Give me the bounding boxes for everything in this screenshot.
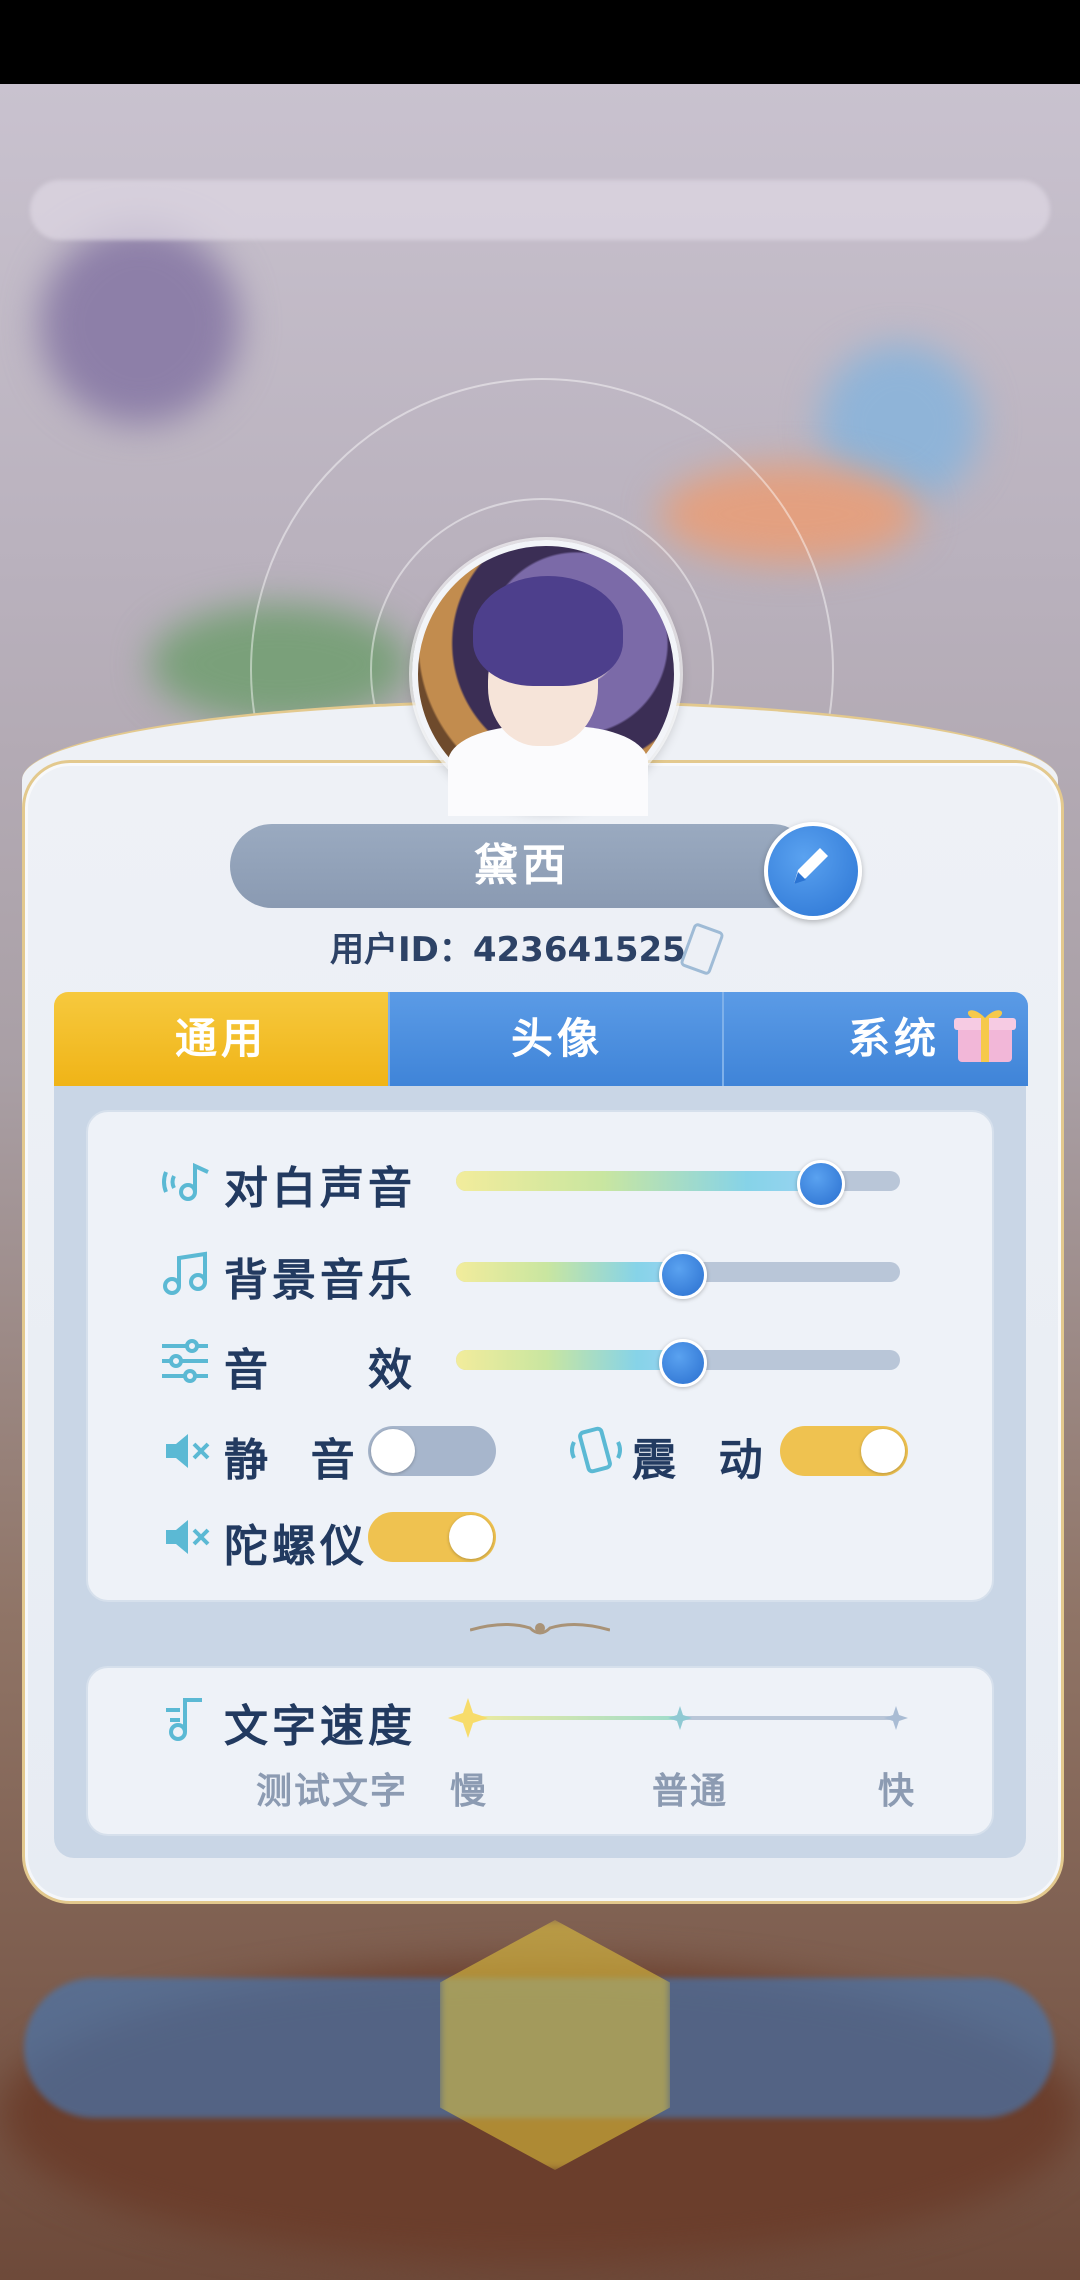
- dialogue-volume-fill: [456, 1171, 821, 1191]
- dialogue-volume-handle[interactable]: [797, 1160, 846, 1208]
- speed-fast-marker[interactable]: [882, 1704, 910, 1732]
- speaker-mute-icon: [166, 1434, 210, 1468]
- dialogue-voice-icon: [162, 1162, 209, 1201]
- tab-avatar-label: 头像: [510, 1014, 603, 1063]
- sfx-volume-fill: [456, 1350, 683, 1370]
- gyroscope-toggle[interactable]: [368, 1512, 496, 1562]
- tab-general-label: 通用: [174, 1014, 267, 1063]
- music-note-icon: [163, 1251, 207, 1295]
- speed-normal-marker[interactable]: [666, 1704, 694, 1732]
- gyroscope-icon: [166, 1520, 210, 1554]
- text-speed-card: [86, 1666, 994, 1836]
- top-resource-bar: [30, 180, 1050, 240]
- vibration-icon: [570, 1426, 622, 1474]
- text-speed-label: 文字速度: [224, 1701, 416, 1752]
- speed-option-slow[interactable]: 慢: [450, 1762, 488, 1814]
- mute-toggle[interactable]: [368, 1426, 496, 1476]
- tab-general[interactable]: 通用: [54, 992, 388, 1086]
- pencil-icon: [794, 848, 828, 884]
- profile-avatar[interactable]: [412, 540, 680, 816]
- tab-system-label: 系统: [847, 1014, 940, 1063]
- gift-icon: [954, 1010, 1016, 1062]
- speed-option-normal[interactable]: 普通: [652, 1762, 728, 1814]
- bgm-volume-fill: [456, 1262, 683, 1282]
- vibration-label: 震 动: [632, 1435, 767, 1486]
- dialogue-volume-label: 对白声音: [224, 1163, 416, 1214]
- speed-slow-marker[interactable]: [446, 1696, 490, 1740]
- player-name: 黛西: [474, 840, 570, 891]
- text-speed-sample: 测试文字: [256, 1771, 409, 1812]
- speed-option-fast[interactable]: 快: [878, 1762, 916, 1814]
- bgm-volume-label: 背景音乐: [224, 1255, 416, 1306]
- gyroscope-label: 陀螺仪: [224, 1521, 368, 1572]
- tab-system[interactable]: 系统: [722, 992, 1028, 1086]
- name-bar: 黛西: [230, 824, 814, 908]
- mute-label: 静 音: [224, 1435, 359, 1486]
- text-speed-icon: [166, 1698, 202, 1741]
- tab-avatar[interactable]: 头像: [388, 992, 724, 1086]
- sfx-volume-label: 音 效: [224, 1345, 416, 1396]
- divider-ornament: [470, 1623, 610, 1635]
- edit-name-button[interactable]: [764, 822, 862, 920]
- vibration-toggle[interactable]: [780, 1426, 908, 1476]
- sliders-icon: [162, 1339, 208, 1383]
